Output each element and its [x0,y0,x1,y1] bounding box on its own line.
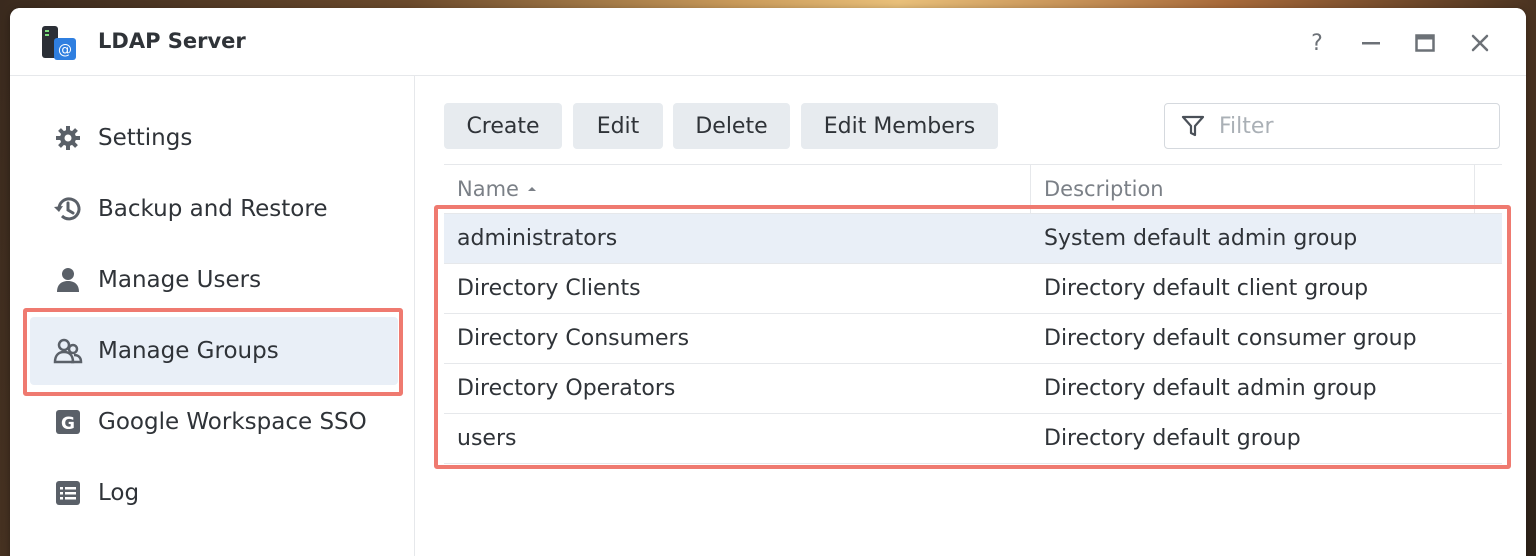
filter-input[interactable] [1217,112,1481,140]
filter-funnel-icon [1181,114,1205,138]
table-row[interactable]: users Directory default group [444,414,1502,464]
column-header-label: Name [457,177,519,201]
sidebar-item-backup-and-restore[interactable]: Backup and Restore [30,175,398,243]
sidebar-item-label: Backup and Restore [98,196,328,222]
sidebar-item-manage-users[interactable]: Manage Users [30,246,398,314]
sidebar-item-log[interactable]: Log [30,459,398,527]
close-button[interactable] [1465,28,1495,58]
group-name-cell: administrators [457,226,618,251]
column-header-description[interactable]: Description [1044,165,1164,213]
column-divider[interactable] [1030,165,1031,213]
sidebar-item-google-workspace-sso[interactable]: G Google Workspace SSO [30,388,398,456]
sidebar-item-label: Manage Groups [98,338,279,364]
sidebar-item-label: Settings [98,125,193,151]
google-g-icon: G [52,406,84,438]
maximize-icon [1415,34,1435,52]
ldap-server-window: @ LDAP Server ? Settings Backup and Rest… [10,8,1526,556]
sidebar-item-label: Google Workspace SSO [98,409,367,435]
maximize-button[interactable] [1410,28,1440,58]
gear-icon [52,122,84,154]
table-row[interactable]: Directory Operators Directory default ad… [444,364,1502,414]
group-icon [52,335,84,367]
sort-ascending-icon [527,187,536,191]
create-button[interactable]: Create [444,103,562,149]
history-icon [52,193,84,225]
column-header-label: Description [1044,177,1164,201]
log-list-icon [52,477,84,509]
table-row[interactable]: Directory Consumers Directory default co… [444,314,1502,364]
sidebar-item-settings[interactable]: Settings [30,104,398,172]
edit-button[interactable]: Edit [573,103,663,149]
close-icon [1471,34,1489,52]
group-name-cell: Directory Clients [457,276,641,301]
help-icon: ? [1311,30,1323,56]
user-icon [52,264,84,296]
edit-members-button[interactable]: Edit Members [801,103,998,149]
svg-text:@: @ [58,42,72,58]
group-description-cell: Directory default group [1044,426,1301,451]
minimize-button[interactable] [1356,28,1386,58]
filter-box[interactable] [1164,103,1500,149]
title-bar: @ LDAP Server ? [10,8,1526,76]
ldap-server-app-icon: @ [40,24,80,62]
group-name-cell: Directory Consumers [457,326,690,351]
group-name-cell: users [457,426,517,451]
sidebar-item-label: Log [98,480,140,506]
table-row[interactable]: Directory Clients Directory default clie… [444,264,1502,314]
sidebar: Settings Backup and Restore Manage Users [10,76,415,556]
column-header-name[interactable]: Name [457,165,539,213]
sidebar-item-label: Manage Users [98,267,262,293]
window-title: LDAP Server [98,29,246,53]
group-name-cell: Directory Operators [457,376,676,401]
table-row[interactable]: administrators System default admin grou… [444,214,1502,264]
group-description-cell: Directory default consumer group [1044,326,1417,351]
svg-text:G: G [61,414,75,434]
minimize-icon [1362,42,1380,45]
group-description-cell: Directory default client group [1044,276,1369,301]
help-button[interactable]: ? [1302,28,1332,58]
group-description-cell: System default admin group [1044,226,1358,251]
sidebar-item-manage-groups[interactable]: Manage Groups [30,317,398,385]
groups-table: Name Description administrators System d… [444,164,1502,464]
column-divider[interactable] [1474,165,1475,213]
delete-button[interactable]: Delete [673,103,790,149]
table-header: Name Description [444,165,1502,214]
group-description-cell: Directory default admin group [1044,376,1377,401]
